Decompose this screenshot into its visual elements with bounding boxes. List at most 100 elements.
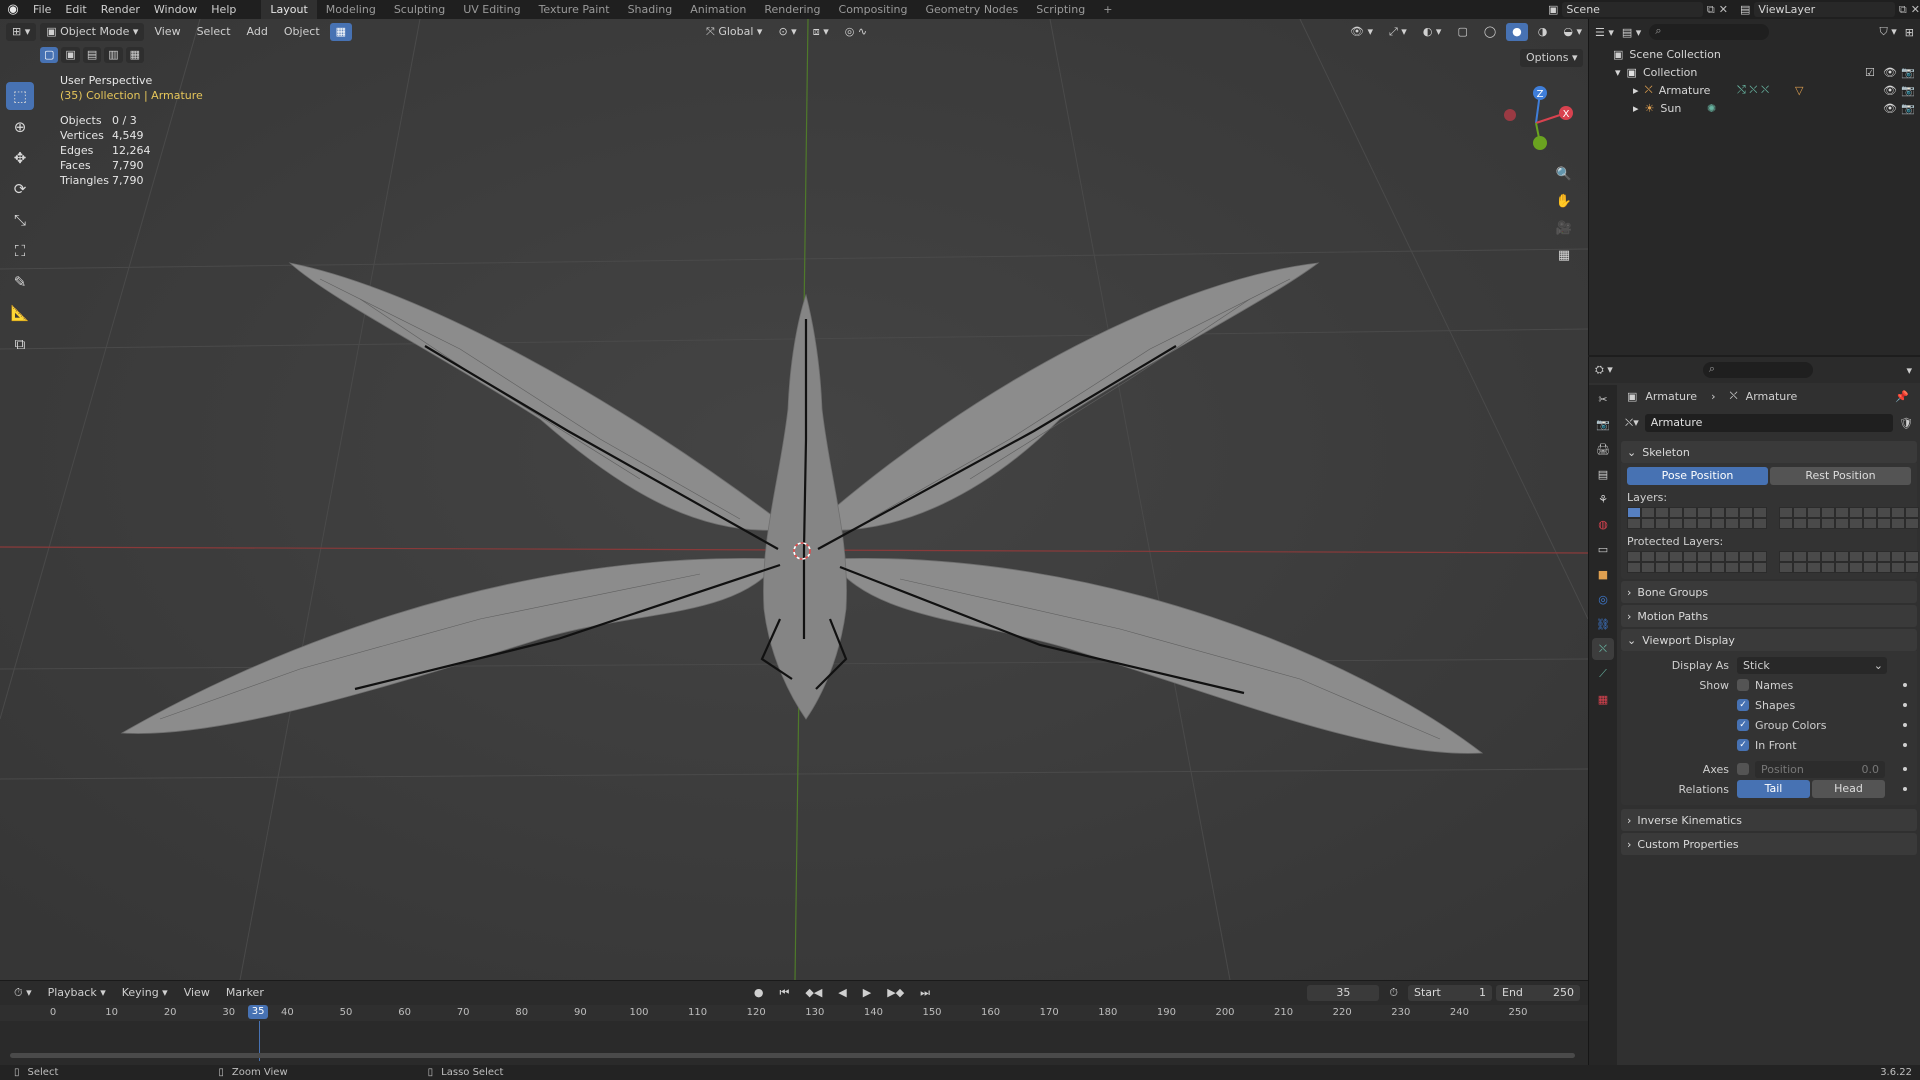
scene-tab-icon[interactable]: ⚘ [1592,488,1614,510]
delete-view-layer-icon[interactable]: ✕ [1911,3,1920,16]
data-browse-icon[interactable]: ⛌▾ [1625,416,1639,430]
pivot-point-icon[interactable]: ⊙ ▾ [772,23,802,41]
bone-tab-icon[interactable]: ⟋ [1592,663,1614,685]
timeline-editor[interactable]: ⏱ ▾ Playback ▾ Keying ▾ View Marker ● ⏮ … [0,980,1588,1066]
outliner-row-armature[interactable]: ▸ ⛌ Armature ⤭ ⛌ ⛌ ▽ 👁 📷 [1589,81,1920,99]
outliner-search-input[interactable]: ⌕ [1649,24,1770,40]
menu-help[interactable]: Help [204,0,243,19]
select-extend-icon[interactable]: ▣ [61,47,80,63]
add-cube-tool-icon[interactable]: ⧉ [6,330,34,358]
options-button[interactable]: Options ▾ [1520,49,1584,67]
add-workspace-button[interactable]: + [1094,0,1121,19]
tool-tab-icon[interactable]: ✂ [1592,388,1614,410]
menu-window[interactable]: Window [147,0,204,19]
xray-icon[interactable]: ▢ [1451,23,1473,41]
visibility-icon[interactable]: 👁 ▾ [1344,23,1379,41]
menu-playback[interactable]: Playback ▾ [42,984,112,1002]
view-layer-name-field[interactable]: ViewLayer [1754,2,1895,17]
new-view-layer-icon[interactable]: ⧉ [1899,3,1907,17]
render-tab-icon[interactable]: 📷 [1592,413,1614,435]
timeline-scrollbar[interactable] [10,1053,1575,1058]
camera-restrict-icon[interactable]: 📷 [1901,66,1915,79]
shading-material-icon[interactable]: ◑ [1532,23,1554,41]
select-intersect-icon[interactable]: ▦ [125,47,145,63]
world-tab-icon[interactable]: ◍ [1592,513,1614,535]
panel-skeleton-header[interactable]: ⌄ Skeleton [1621,441,1917,463]
scene-name-field[interactable]: Scene [1562,2,1703,17]
display-mode-icon[interactable]: ▤ ▾ [1622,26,1641,39]
physics-tab-icon[interactable]: ◎ [1592,588,1614,610]
cursor-tool-icon[interactable]: ⊕ [6,113,34,141]
workspace-tab-animation[interactable]: Animation [681,0,755,19]
expand-arrow-icon[interactable]: ▾ [1615,66,1621,79]
menu-add[interactable]: Add [241,23,274,41]
names-checkbox[interactable] [1737,679,1749,691]
play-icon[interactable]: ▶ [857,984,877,1002]
play-reverse-icon[interactable]: ◀ [832,984,852,1002]
keyframe-dot-icon[interactable] [1903,767,1907,771]
select-new-icon[interactable]: ▢ [40,47,59,63]
panel-motion-paths-header[interactable]: › Motion Paths [1621,605,1917,627]
protected-layers-grid[interactable] [1627,551,1919,573]
navigation-gizmo[interactable]: Z X [1496,83,1576,163]
properties-search-input[interactable]: ⌕ [1702,362,1813,378]
panel-inverse-kinematics-header[interactable]: › Inverse Kinematics [1621,809,1917,831]
current-frame-field[interactable]: 35 [1307,985,1380,1001]
new-collection-icon[interactable]: ⊞ [1905,26,1914,39]
overlays-icon[interactable]: ◐ ▾ [1417,23,1448,41]
shading-wireframe-icon[interactable]: ◯ [1478,23,1502,41]
menu-keying[interactable]: Keying ▾ [116,984,174,1002]
select-invert-icon[interactable]: ▥ [104,47,123,63]
editor-type-button[interactable]: ⊞ ▾ [6,23,37,41]
menu-edit[interactable]: Edit [58,0,93,19]
keyframe-dot-icon[interactable] [1903,703,1907,707]
proportional-editing-icon[interactable]: ◎ ∿ [839,23,873,41]
snap-icon[interactable]: ⧈ ▾ [807,23,835,41]
scale-tool-icon[interactable]: ⤡ [6,206,34,234]
in-front-checkbox[interactable]: ✓ [1737,739,1749,751]
menu-file[interactable]: File [26,0,58,19]
panel-bone-groups-header[interactable]: › Bone Groups [1621,581,1917,603]
panel-custom-properties-header[interactable]: › Custom Properties [1621,833,1917,855]
camera-restrict-icon[interactable]: 📷 [1901,84,1915,97]
outliner-editor-type-icon[interactable]: ☰ ▾ [1595,26,1614,39]
axes-checkbox[interactable] [1737,763,1749,775]
jump-keyframe-forward-icon[interactable]: ▶◆ [881,984,910,1002]
auto-keying-icon[interactable]: ● [748,984,770,1002]
keyframe-dot-icon[interactable] [1903,787,1907,791]
timeline-track-area[interactable] [0,1021,1588,1066]
gizmo-icon[interactable]: ⤢ ▾ [1383,23,1413,41]
keyframe-dot-icon[interactable] [1903,683,1907,687]
output-tab-icon[interactable]: 🖨 [1592,438,1614,460]
menu-timeline-view[interactable]: View [178,984,216,1002]
menu-marker[interactable]: Marker [220,984,270,1002]
layers-grid-right[interactable] [1779,507,1919,529]
view-layer-tab-icon[interactable]: ▤ [1592,463,1614,485]
select-box-tool-icon[interactable]: ⬚ [6,82,34,110]
expand-arrow-icon[interactable]: ▸ [1633,84,1639,97]
protected-layers-grid-right[interactable] [1779,551,1919,573]
workspace-tab-compositing[interactable]: Compositing [830,0,917,19]
keyframe-dot-icon[interactable] [1903,743,1907,747]
texture-tab-icon[interactable]: ▦ [1592,688,1614,710]
shading-rendered-icon[interactable]: ◒ ▾ [1557,23,1588,41]
keyframe-dot-icon[interactable] [1903,723,1907,727]
workspace-tab-rendering[interactable]: Rendering [755,0,829,19]
pose-position-button[interactable]: Pose Position [1627,467,1768,485]
jump-end-icon[interactable]: ⏭ [914,984,936,1002]
workspace-tab-geometry-nodes[interactable]: Geometry Nodes [916,0,1027,19]
display-as-dropdown[interactable]: Stick ⌄ [1737,656,1887,674]
pan-hand-icon[interactable]: ✋ [1552,189,1576,213]
transform-orientation-selector[interactable]: ⤧ Global ▾ [700,23,768,41]
rotate-tool-icon[interactable]: ⟳ [6,175,34,203]
shading-solid-icon[interactable]: ● [1506,23,1528,41]
eye-icon[interactable]: 👁 [1883,66,1897,79]
collection-tab-icon[interactable]: ▭ [1592,538,1614,560]
start-frame-field[interactable]: Start 1 [1408,985,1492,1001]
eye-icon[interactable]: 👁 [1883,84,1897,97]
scene-selector[interactable]: ▣ Scene ⧉ ✕ [1548,0,1728,19]
frame-ruler[interactable]: 0 10 20 30 40 50 60 70 80 90 100 110 120 130 140 150 160… [0,1005,1588,1021]
delete-scene-icon[interactable]: ✕ [1719,3,1728,16]
3d-viewport[interactable]: ⊞ ▾ ▣ Object Mode ▾ View Select Add Obje… [0,19,1588,980]
menu-object[interactable]: Object [278,23,326,41]
